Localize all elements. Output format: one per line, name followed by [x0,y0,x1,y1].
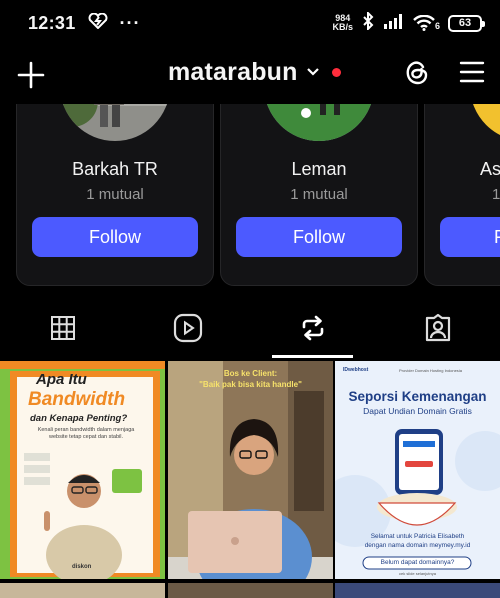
battery-indicator: 63 [448,14,485,32]
post-brand: IDwebhost [343,367,369,373]
card-mutual: 1 [492,186,500,203]
post-thumbnail[interactable]: Bos ke Client: "Baik pak bisa kita handl… [168,361,333,579]
profile-header: matarabun [0,46,500,104]
notification-dot [331,68,341,77]
post-thumbnail[interactable] [0,583,165,598]
avatar[interactable] [264,104,374,141]
card-mutual: 1 mutual [86,186,144,203]
card-name: Leman [291,159,347,179]
suggested-accounts: Barkah TR 1 mutual Follow Leman 1 mutual… [0,104,500,288]
tab-tagged[interactable] [375,302,500,358]
card-mutual: 1 mutual [290,186,348,203]
bluetooth-icon [361,10,375,35]
tagged-icon [424,313,452,348]
signal-icon [383,13,405,34]
post-title-1: Apa Itu [36,371,87,388]
username: matarabun [168,58,298,86]
suggestion-card: Barkah TR 1 mutual Follow [16,104,214,286]
post-thumbnail[interactable] [168,583,333,598]
network-speed: 984 KB/s [332,13,353,32]
suggestion-card: Leman 1 mutual Follow [220,104,418,286]
card-name: As [480,159,500,179]
follow-button[interactable]: F [440,217,500,257]
suggestion-card: W As 1 F [424,104,500,286]
avatar[interactable] [60,104,170,141]
post-winner-2: dengan nama domain meymey.my.id [364,542,471,549]
post-footer: cek slide selanjutnya [399,571,436,576]
post-body: Kenali peran bandwidth dalam menjaga web… [37,427,135,440]
tab-reels[interactable] [125,302,250,358]
post-caption-2: "Baik pak bisa kita handle" [199,380,302,389]
tab-reposts[interactable] [250,302,375,358]
reels-icon [173,313,203,348]
threads-icon[interactable] [402,58,432,93]
repost-icon [298,313,328,348]
post-caption-1: Bos ke Client: [223,369,278,378]
tab-grid[interactable] [0,302,125,358]
status-bar: 12:31 ··· 984 KB/s 6 63 [0,0,500,46]
post-title-1: Seporsi Kemenangan [348,389,487,404]
more-dots-icon: ··· [119,12,141,33]
post-thumbnail[interactable]: IDwebhost Provider Domain Hosting Indone… [335,361,500,579]
grid-icon [50,315,76,346]
post-title-2: Bandwidth [28,389,126,410]
account-switcher[interactable]: matarabun [168,58,341,87]
post-thumbnail[interactable] [335,583,500,598]
follow-button[interactable]: Follow [32,217,198,257]
post-title-2: Dapat Undian Domain Gratis [363,406,472,416]
profile-tabs [0,302,500,358]
avatar[interactable]: W [470,104,500,141]
post-cta: Belum dapat domainnya? [380,559,455,566]
heart-broken-icon [88,12,108,34]
post-brand: diskon [72,564,92,570]
card-name: Barkah TR [72,159,158,179]
menu-icon[interactable] [458,58,486,93]
follow-button[interactable]: Follow [236,217,402,257]
add-icon[interactable] [14,58,48,92]
post-winner-1: Selamat untuk Patricia Elisabeth [370,533,465,540]
clock: 12:31 [28,12,76,33]
chevron-down-icon [306,64,320,82]
posts-grid: Apa Itu Bandwidth dan Kenapa Penting? Ke… [0,361,500,598]
post-tagline: Provider Domain Hosting Indonesia [399,368,462,373]
post-title-3: dan Kenapa Penting? [30,413,128,424]
post-thumbnail[interactable]: Apa Itu Bandwidth dan Kenapa Penting? Ke… [0,361,165,579]
wifi-icon: 6 [413,15,440,31]
